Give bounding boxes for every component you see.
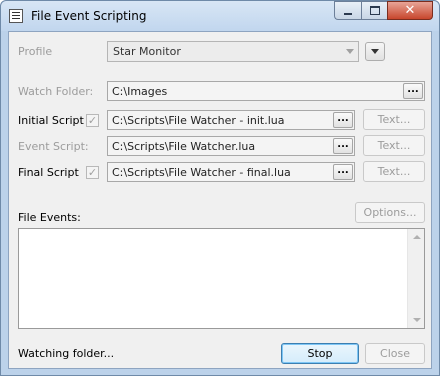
caption-buttons: ✕	[334, 1, 433, 21]
event-script-field[interactable]: C:\Scripts\File Watcher.lua ...	[107, 136, 355, 156]
event-script-value: C:\Scripts\File Watcher.lua	[112, 140, 256, 153]
final-script-browse-button[interactable]: ...	[333, 164, 353, 180]
close-window-button[interactable]: ✕	[387, 1, 433, 20]
watch-folder-browse-button[interactable]: ...	[403, 83, 423, 99]
file-events-label: File Events:	[18, 211, 81, 224]
close-button[interactable]: Close	[365, 343, 425, 364]
watch-folder-value: C:\Images	[112, 85, 168, 98]
watch-folder-label: Watch Folder:	[18, 85, 94, 98]
profile-select[interactable]: Star Monitor	[107, 41, 359, 62]
maximize-icon	[369, 6, 380, 15]
event-script-text-button[interactable]: Text...	[363, 135, 425, 156]
event-script-label: Event Script:	[18, 140, 89, 153]
checkmark-icon: ✓	[87, 166, 98, 179]
title-bar[interactable]: File Event Scripting ✕	[1, 1, 439, 31]
watch-folder-field[interactable]: C:\Images ...	[107, 81, 425, 101]
final-script-field[interactable]: C:\Scripts\File Watcher - final.lua ...	[107, 162, 355, 182]
close-icon: ✕	[404, 3, 416, 18]
minimize-button[interactable]	[334, 1, 361, 20]
initial-script-field[interactable]: C:\Scripts\File Watcher - init.lua ...	[107, 110, 355, 130]
initial-script-label: Initial Script	[18, 114, 84, 127]
initial-script-value: C:\Scripts\File Watcher - init.lua	[112, 114, 285, 127]
vertical-scrollbar[interactable]	[407, 229, 424, 328]
app-window: File Event Scripting ✕ Profile Star Moni…	[0, 0, 440, 376]
minimize-icon	[344, 12, 352, 15]
file-events-list[interactable]	[18, 228, 425, 329]
dialog-body: Profile Star Monitor Watch Folder: C:\Im…	[8, 31, 432, 369]
initial-script-browse-button[interactable]: ...	[333, 112, 353, 128]
stop-button[interactable]: Stop	[281, 343, 359, 364]
final-script-label: Final Script	[18, 166, 79, 179]
window-title: File Event Scripting	[31, 9, 147, 23]
final-script-value: C:\Scripts\File Watcher - final.lua	[112, 166, 291, 179]
options-button[interactable]: Options...	[355, 202, 425, 223]
dropdown-arrow-icon	[371, 49, 379, 54]
maximize-button[interactable]	[361, 1, 387, 20]
checkmark-icon: ✓	[87, 114, 98, 127]
chevron-down-icon	[346, 49, 354, 54]
scroll-down-icon[interactable]	[413, 318, 421, 322]
profile-menu-button[interactable]	[365, 42, 385, 61]
profile-label: Profile	[18, 45, 53, 58]
app-icon	[9, 9, 23, 23]
final-script-text-button[interactable]: Text...	[363, 161, 425, 182]
initial-script-checkbox[interactable]: ✓	[86, 114, 99, 127]
final-script-checkbox[interactable]: ✓	[86, 166, 99, 179]
initial-script-text-button[interactable]: Text...	[363, 109, 425, 130]
profile-select-value: Star Monitor	[113, 45, 181, 58]
scroll-up-icon[interactable]	[413, 235, 421, 239]
status-text: Watching folder...	[18, 347, 115, 360]
event-script-browse-button[interactable]: ...	[333, 138, 353, 154]
